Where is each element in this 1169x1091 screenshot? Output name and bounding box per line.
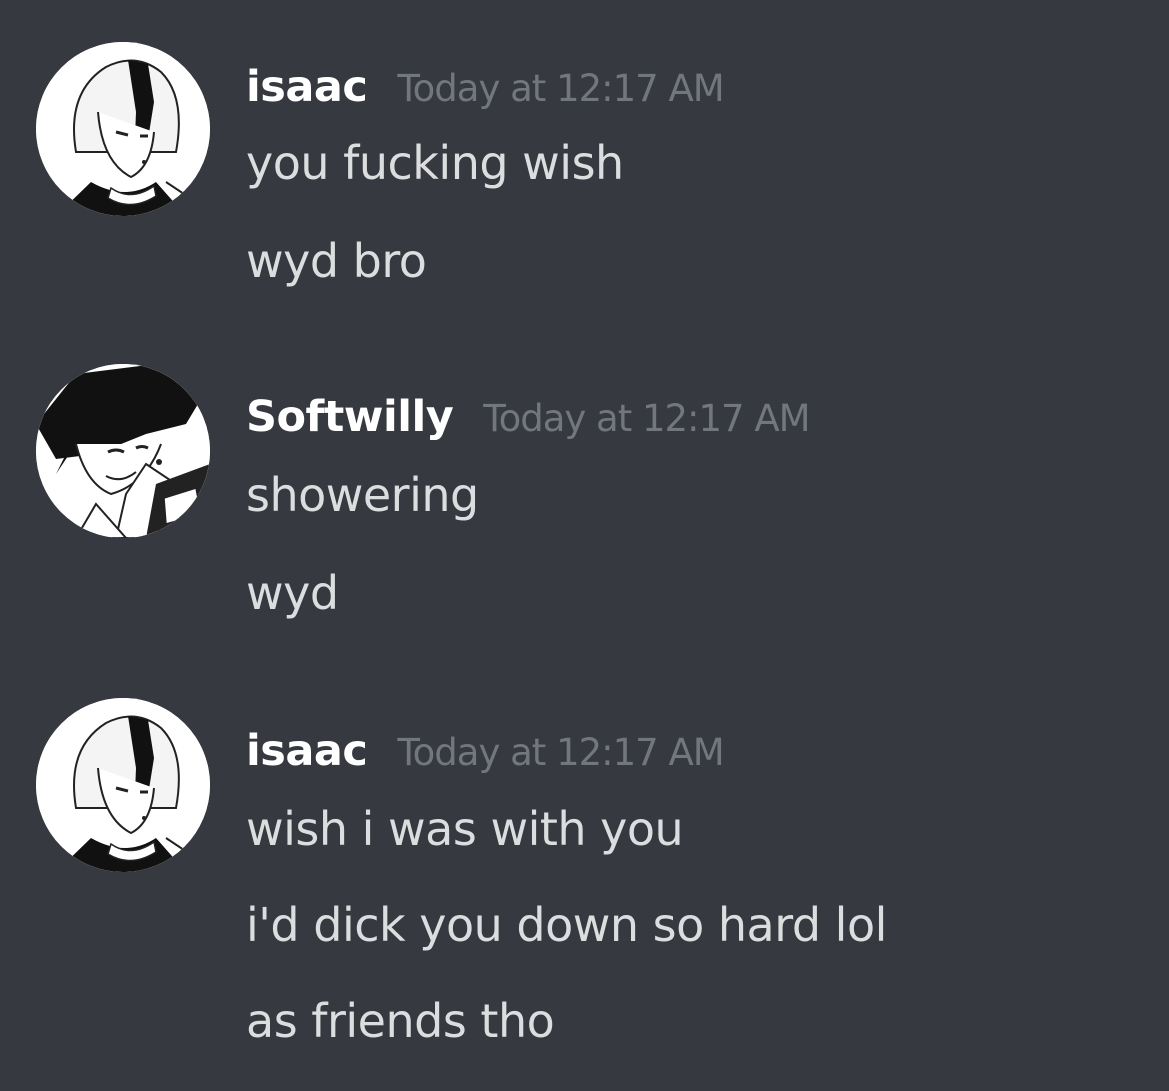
message-text: as friends tho [246, 994, 555, 1048]
timestamp: Today at 12:17 AM [483, 397, 810, 440]
user-avatar-softwilly[interactable] [36, 364, 210, 538]
username[interactable]: isaac [246, 62, 368, 112]
timestamp: Today at 12:17 AM [397, 731, 724, 774]
message-text: you fucking wish [246, 136, 624, 190]
user-avatar-isaac[interactable] [36, 698, 210, 872]
chat-messages: isaac Today at 12:17 AM you fucking wish … [0, 0, 1169, 1091]
username[interactable]: isaac [246, 726, 368, 776]
message-header: isaac Today at 12:17 AM [246, 726, 725, 776]
message-text: wyd bro [246, 234, 427, 288]
message-text: i'd dick you down so hard lol [246, 898, 887, 952]
message-header: isaac Today at 12:17 AM [246, 62, 725, 112]
timestamp: Today at 12:17 AM [397, 67, 724, 110]
message-text: wish i was with you [246, 802, 684, 856]
message-header: Softwilly Today at 12:17 AM [246, 392, 811, 442]
username[interactable]: Softwilly [246, 392, 454, 442]
user-avatar-isaac[interactable] [36, 42, 210, 216]
message-text: showering [246, 468, 479, 522]
message-text: wyd [246, 566, 339, 620]
